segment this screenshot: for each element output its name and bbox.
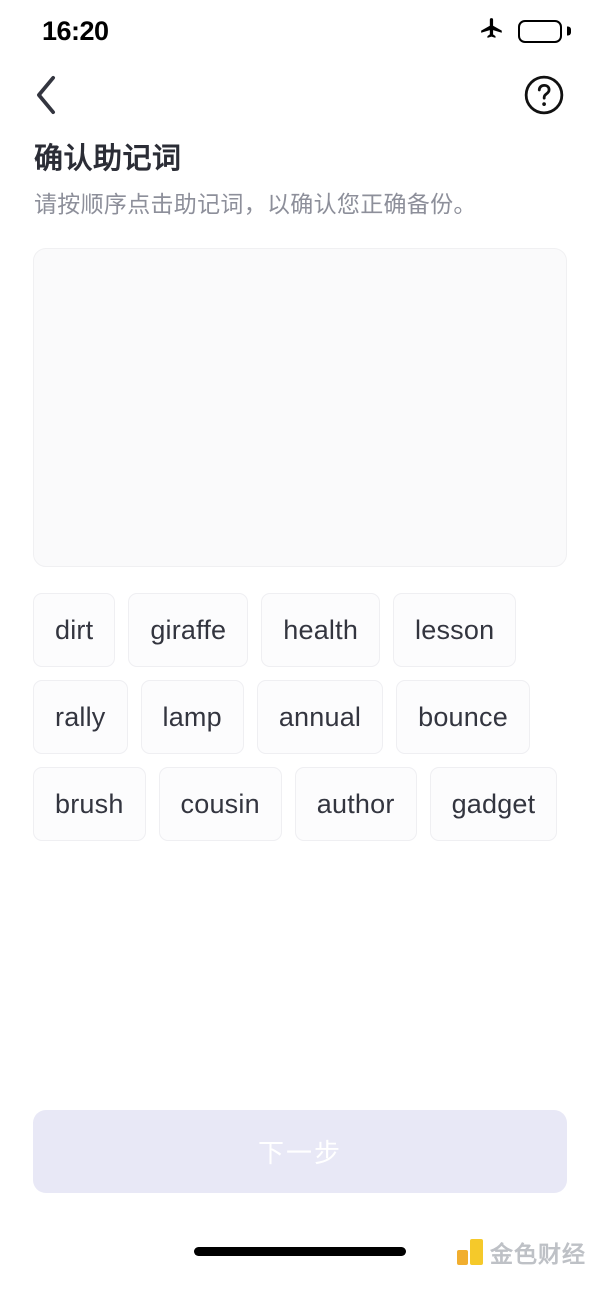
word-chip[interactable]: annual (256, 680, 384, 755)
status-bar-indicators (479, 16, 571, 47)
back-button[interactable] (20, 69, 72, 121)
word-chip[interactable]: lamp (140, 680, 244, 755)
word-chip[interactable]: author (294, 767, 417, 842)
app-screen: 16:20 确认助记词 请按顺序点击助记词，以确认您正确备份。 dirt gir… (0, 0, 600, 1299)
watermark-logo-icon (457, 1239, 483, 1265)
word-pool: dirt giraffe health lesson rally lamp annual bo… (33, 593, 567, 842)
word-chip[interactable]: health (261, 593, 381, 668)
help-button[interactable] (518, 69, 570, 121)
battery-low-power-icon (518, 19, 571, 43)
next-button[interactable]: 下一步 (33, 1110, 567, 1193)
page-title: 确认助记词 (34, 143, 182, 175)
watermark-label: 金色财经 (490, 1241, 586, 1267)
word-chip[interactable]: cousin (158, 767, 282, 842)
watermark: 金色财经 (457, 1235, 586, 1269)
word-chip[interactable]: bounce (396, 680, 530, 755)
navigation-bar (0, 62, 600, 128)
flex-spacer (0, 841, 600, 1110)
word-chip[interactable]: rally (33, 680, 128, 755)
airplane-mode-icon (479, 16, 505, 47)
status-bar-time: 16:20 (42, 15, 109, 46)
word-chip[interactable]: brush (33, 767, 146, 842)
chevron-left-icon (37, 76, 55, 114)
word-chip[interactable]: lesson (393, 593, 517, 668)
header-block: 确认助记词 请按顺序点击助记词，以确认您正确备份。 (0, 128, 600, 220)
selected-words-card[interactable] (33, 248, 567, 568)
cta-container: 下一步 (0, 1110, 600, 1193)
word-chip[interactable]: gadget (429, 767, 558, 842)
word-chip[interactable]: giraffe (128, 593, 249, 668)
question-circle-icon (524, 75, 564, 115)
page-subtitle: 请按顺序点击助记词，以确认您正确备份。 (34, 191, 477, 218)
home-indicator[interactable] (194, 1247, 406, 1256)
bottom-bar: 金色财经 (0, 1233, 600, 1299)
word-chip[interactable]: dirt (33, 593, 116, 668)
status-bar: 16:20 (0, 0, 600, 62)
